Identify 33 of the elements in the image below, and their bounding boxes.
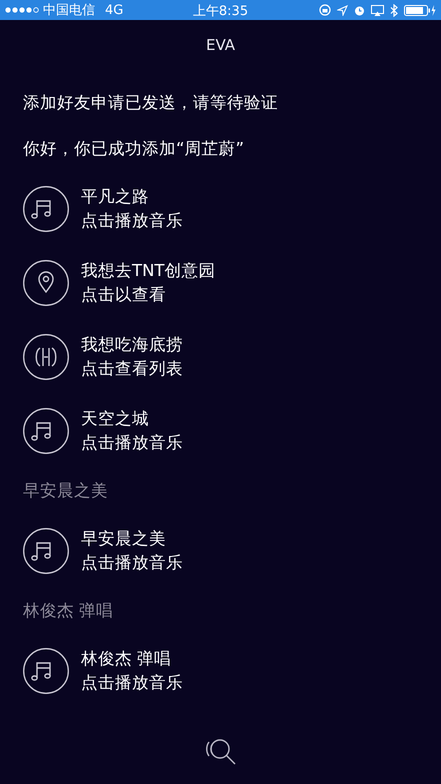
music-note-icon	[23, 186, 69, 232]
card-title: 我想吃海底捞	[81, 334, 183, 356]
card-title: 林俊杰 弹唱	[81, 648, 172, 670]
location-arrow-icon	[337, 4, 348, 16]
card-action-link[interactable]: 点击播放音乐	[81, 551, 183, 575]
system-message: 你好，你已成功添加“周芷蔚”	[23, 138, 244, 160]
bluetooth-icon	[390, 4, 398, 16]
battery-icon	[404, 4, 436, 16]
signal-icon	[5, 7, 39, 13]
card-title: 我想去TNT创意园	[81, 260, 216, 282]
user-query: 早安晨之美	[23, 480, 108, 502]
card-action-link[interactable]: 点击播放音乐	[81, 209, 183, 233]
network-type: 4G	[105, 2, 124, 18]
music-note-icon	[23, 528, 69, 574]
chat-title: EVA	[206, 36, 236, 54]
utensils-icon	[23, 334, 69, 380]
user-query: 林俊杰 弹唱	[23, 600, 114, 622]
card-title: 平凡之路	[81, 186, 149, 208]
card-action-link[interactable]: 点击播放音乐	[81, 671, 183, 695]
clock-time: 上午8:35	[192, 3, 248, 20]
music-note-icon	[23, 408, 69, 454]
card-action-link[interactable]: 点击播放音乐	[81, 431, 183, 455]
alarm-clock-icon	[354, 4, 365, 16]
rotation-lock-icon	[319, 4, 331, 16]
card-action-link[interactable]: 点击查看列表	[81, 357, 183, 381]
card-action-link[interactable]: 点击以查看	[81, 283, 166, 307]
map-pin-icon	[23, 260, 69, 306]
music-note-icon	[23, 648, 69, 694]
carrier-name: 中国电信	[43, 2, 95, 19]
airplay-icon	[371, 4, 384, 16]
card-title: 早安晨之美	[81, 528, 166, 550]
card-title: 天空之城	[81, 408, 149, 430]
system-message: 添加好友申请已发送，请等待验证	[23, 92, 278, 114]
